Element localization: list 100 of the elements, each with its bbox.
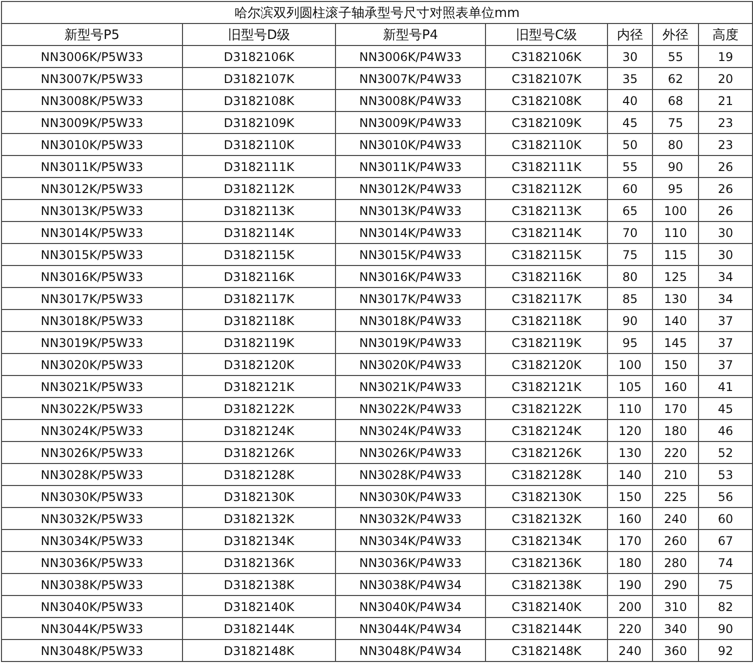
- table-cell: C3182121K: [486, 376, 608, 398]
- table-cell: NN3018K/P5W33: [2, 310, 182, 332]
- table-cell: C3182144K: [486, 618, 608, 640]
- table-cell: 90: [608, 310, 652, 332]
- table-cell: NN3006K/P4W33: [336, 46, 486, 68]
- table-cell: 130: [608, 442, 652, 464]
- table-cell: 23: [698, 112, 753, 134]
- table-cell: D3182148K: [182, 640, 336, 662]
- table-cell: NN3036K/P4W33: [336, 552, 486, 574]
- table-cell: NN3044K/P4W34: [336, 618, 486, 640]
- table-cell: D3182134K: [182, 530, 336, 552]
- table-cell: NN3014K/P4W33: [336, 222, 486, 244]
- table-cell: C3182115K: [486, 244, 608, 266]
- table-cell: NN3022K/P4W33: [336, 398, 486, 420]
- column-header: 旧型号D级: [182, 24, 336, 46]
- table-cell: NN3026K/P5W33: [2, 442, 182, 464]
- table-cell: NN3038K/P4W34: [336, 574, 486, 596]
- table-cell: NN3048K/P5W33: [2, 640, 182, 662]
- table-cell: NN3034K/P5W33: [2, 530, 182, 552]
- table-cell: 260: [652, 530, 698, 552]
- table-cell: 26: [698, 200, 753, 222]
- table-cell: C3182106K: [486, 46, 608, 68]
- table-cell: 80: [608, 266, 652, 288]
- table-cell: D3182128K: [182, 464, 336, 486]
- table-cell: C3182136K: [486, 552, 608, 574]
- table-cell: D3182109K: [182, 112, 336, 134]
- table-cell: NN3020K/P4W33: [336, 354, 486, 376]
- table-cell: C3182132K: [486, 508, 608, 530]
- table-cell: C3182117K: [486, 288, 608, 310]
- table-cell: D3182122K: [182, 398, 336, 420]
- table-cell: NN3012K/P4W33: [336, 178, 486, 200]
- column-header: 旧型号C级: [486, 24, 608, 46]
- table-cell: 310: [652, 596, 698, 618]
- table-cell: NN3040K/P5W33: [2, 596, 182, 618]
- table-cell: NN3028K/P5W33: [2, 464, 182, 486]
- table-cell: C3182118K: [486, 310, 608, 332]
- table-cell: D3182136K: [182, 552, 336, 574]
- table-cell: C3182122K: [486, 398, 608, 420]
- table-cell: 140: [652, 310, 698, 332]
- table-cell: 100: [608, 354, 652, 376]
- table-cell: NN3013K/P5W33: [2, 200, 182, 222]
- table-cell: 37: [698, 332, 753, 354]
- table-cell: 60: [608, 178, 652, 200]
- table-cell: D3182106K: [182, 46, 336, 68]
- table-cell: NN3008K/P5W33: [2, 90, 182, 112]
- table-cell: NN3030K/P4W33: [336, 486, 486, 508]
- table-cell: C3182134K: [486, 530, 608, 552]
- table-cell: 180: [608, 552, 652, 574]
- table-cell: 145: [652, 332, 698, 354]
- table-cell: NN3030K/P5W33: [2, 486, 182, 508]
- table-cell: 45: [698, 398, 753, 420]
- table-cell: 150: [652, 354, 698, 376]
- table-cell: NN3024K/P4W33: [336, 420, 486, 442]
- table-cell: 68: [652, 90, 698, 112]
- table-cell: 150: [608, 486, 652, 508]
- table-cell: 26: [698, 156, 753, 178]
- table-cell: NN3038K/P5W33: [2, 574, 182, 596]
- table-cell: D3182144K: [182, 618, 336, 640]
- table-cell: 60: [698, 508, 753, 530]
- table-cell: 75: [652, 112, 698, 134]
- table-cell: 200: [608, 596, 652, 618]
- table-cell: C3182138K: [486, 574, 608, 596]
- table-cell: NN3032K/P4W33: [336, 508, 486, 530]
- table-cell: NN3034K/P4W33: [336, 530, 486, 552]
- table-cell: 160: [608, 508, 652, 530]
- table-cell: 220: [608, 618, 652, 640]
- table-cell: D3182138K: [182, 574, 336, 596]
- table-cell: 115: [652, 244, 698, 266]
- table-cell: 160: [652, 376, 698, 398]
- table-cell: C3182120K: [486, 354, 608, 376]
- table-cell: NN3022K/P5W33: [2, 398, 182, 420]
- table-cell: C3182113K: [486, 200, 608, 222]
- table-cell: C3182112K: [486, 178, 608, 200]
- table-cell: 55: [608, 156, 652, 178]
- table-cell: C3182119K: [486, 332, 608, 354]
- table-cell: 130: [652, 288, 698, 310]
- table-cell: 82: [698, 596, 753, 618]
- table-cell: NN3040K/P4W34: [336, 596, 486, 618]
- table-cell: 95: [652, 178, 698, 200]
- table-cell: D3182115K: [182, 244, 336, 266]
- table-cell: NN3013K/P4W33: [336, 200, 486, 222]
- table-cell: 21: [698, 90, 753, 112]
- table-cell: 37: [698, 310, 753, 332]
- table-cell: NN3006K/P5W33: [2, 46, 182, 68]
- table-cell: 92: [698, 640, 753, 662]
- table-cell: C3182110K: [486, 134, 608, 156]
- table-cell: NN3010K/P4W33: [336, 134, 486, 156]
- table-cell: D3182112K: [182, 178, 336, 200]
- table-cell: 125: [652, 266, 698, 288]
- table-cell: 225: [652, 486, 698, 508]
- table-cell: 105: [608, 376, 652, 398]
- table-cell: D3182117K: [182, 288, 336, 310]
- table-cell: 30: [698, 244, 753, 266]
- table-cell: NN3014K/P5W33: [2, 222, 182, 244]
- table-cell: 19: [698, 46, 753, 68]
- table-cell: NN3044K/P5W33: [2, 618, 182, 640]
- table-cell: NN3016K/P5W33: [2, 266, 182, 288]
- table-cell: D3182118K: [182, 310, 336, 332]
- table-cell: C3182126K: [486, 442, 608, 464]
- table-cell: 37: [698, 354, 753, 376]
